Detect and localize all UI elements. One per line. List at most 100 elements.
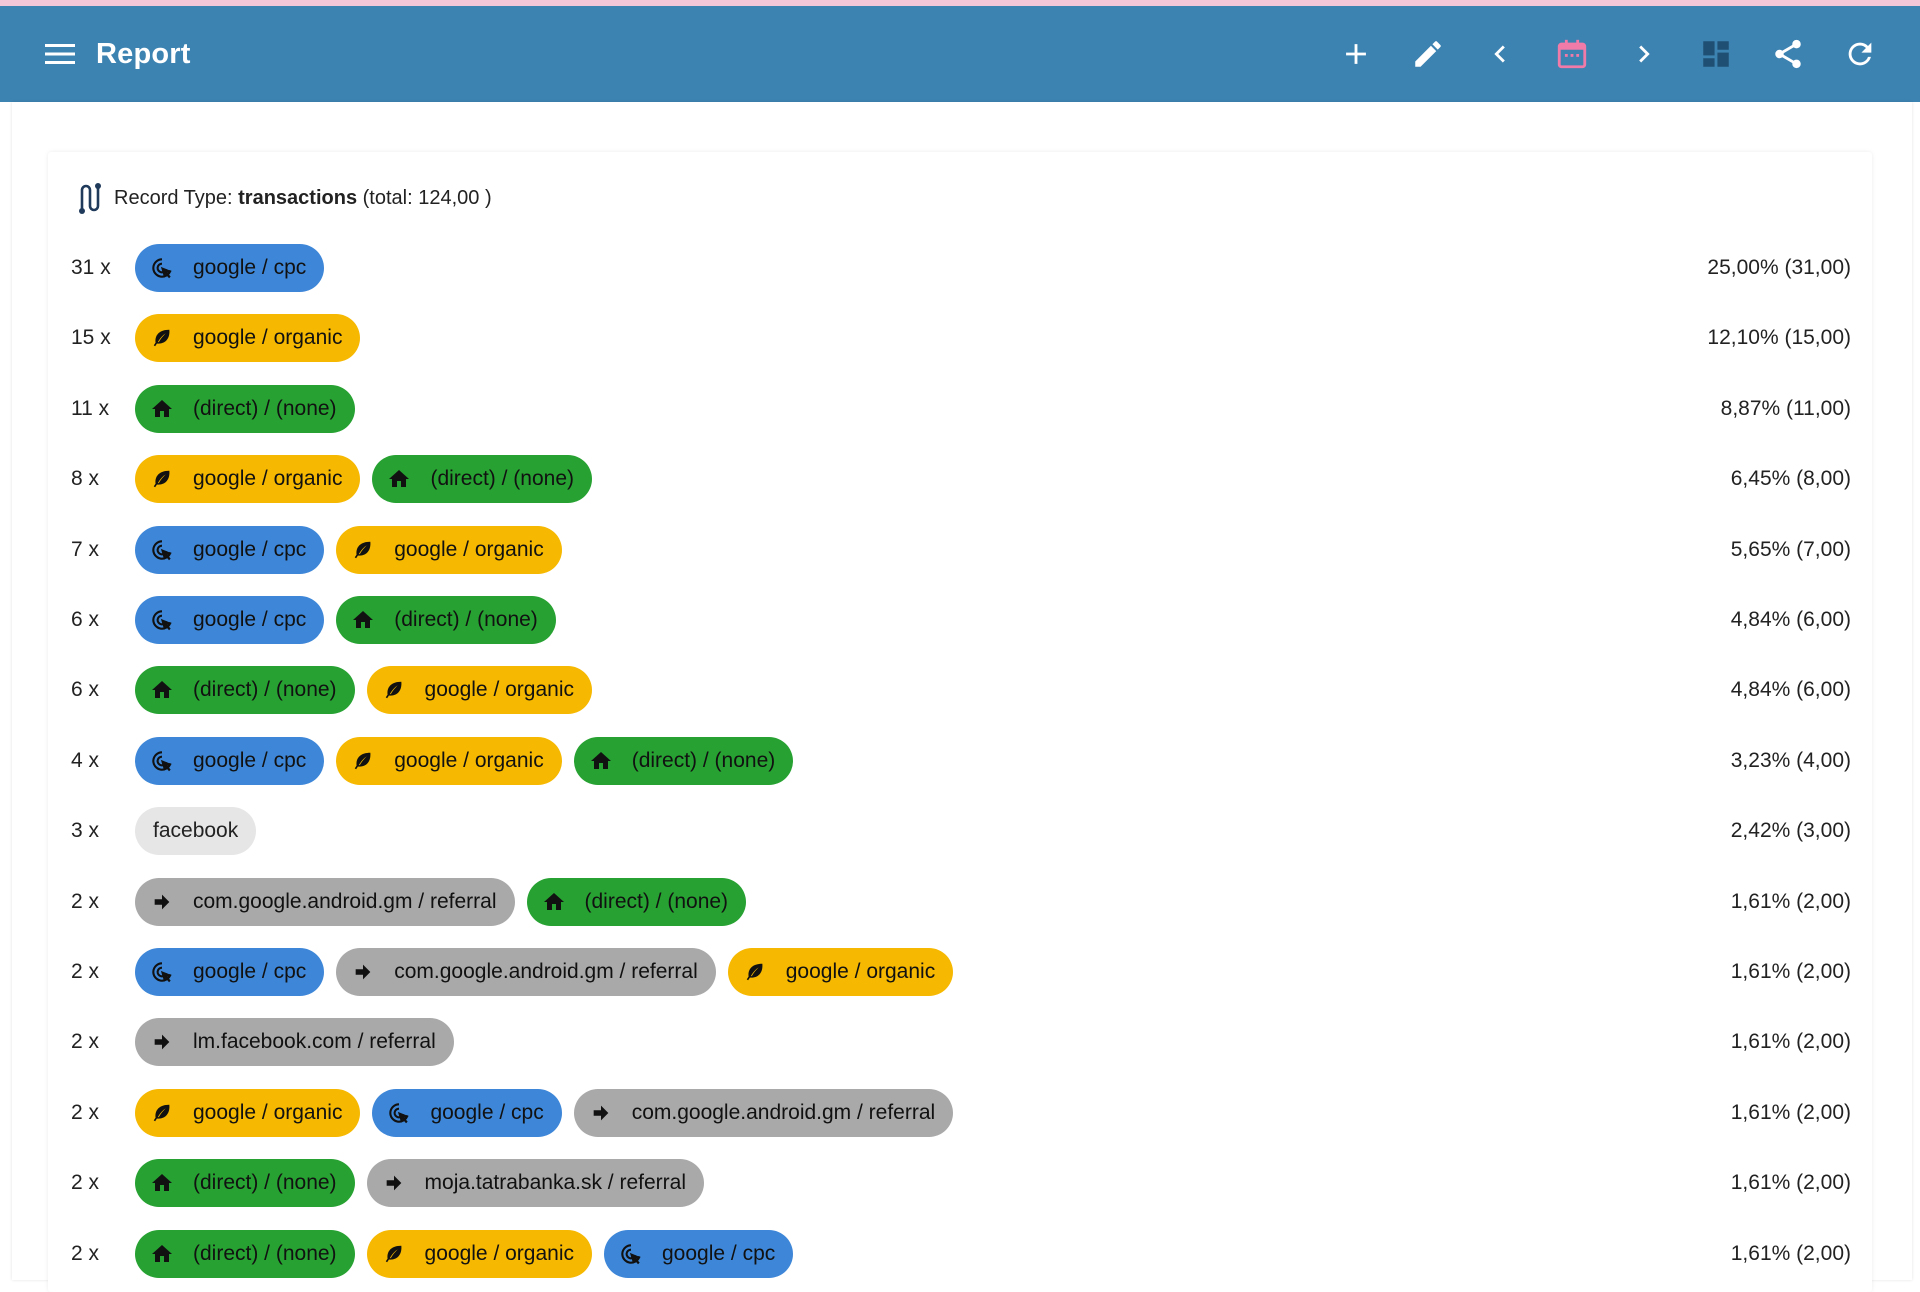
channel-path: google / cpc google / organic [135, 526, 574, 574]
channel-chip-referral[interactable]: moja.tatrabanka.sk / referral [366, 1159, 704, 1207]
channel-path: (direct) / (none) moja.tatrabanka.sk / re… [135, 1159, 716, 1207]
next-period-button[interactable] [1608, 18, 1680, 90]
channel-chip-cpc[interactable]: google / cpc [135, 596, 325, 644]
share-button[interactable] [1752, 18, 1824, 90]
row-count: 15 x [71, 326, 111, 349]
channel-path: google / cpc google / organic (direct) / (… [135, 737, 805, 785]
channel-icon [350, 959, 376, 985]
channel-label: google / cpc [193, 749, 307, 772]
channel-label: google / organic [785, 960, 936, 983]
channel-chip-organic[interactable]: google / organic [135, 1089, 361, 1137]
table-row: 15 x google / organic 12,10% (15,00) [71, 312, 1851, 364]
channel-chip-organic[interactable]: google / organic [336, 737, 562, 785]
channel-icon [149, 1029, 175, 1055]
channel-chip-organic[interactable]: google / organic [366, 1230, 592, 1278]
channel-label: moja.tatrabanka.sk / referral [424, 1171, 686, 1194]
channel-icon [149, 677, 175, 703]
channel-label: google / organic [193, 467, 343, 490]
channel-icon [149, 1100, 175, 1126]
leaf-icon [153, 470, 170, 488]
channel-path: (direct) / (none) [135, 385, 367, 433]
channel-chip-direct[interactable]: (direct) / (none) [135, 1230, 355, 1278]
table-row: 2 x google / organic google / cpc com.googl… [71, 1087, 1851, 1139]
route-icon [79, 183, 101, 214]
channel-icon [149, 1170, 175, 1196]
record-type-header: Record Type: transactions (total: 124,00… [74, 178, 492, 218]
row-count: 2 x [71, 1030, 100, 1053]
plus-icon [1346, 44, 1366, 64]
channel-chip-cpc[interactable]: google / cpc [135, 737, 325, 785]
channel-chip-cpc[interactable]: google / cpc [135, 244, 325, 292]
channel-chip-direct[interactable]: (direct) / (none) [336, 596, 556, 644]
channel-path: google / organic [135, 314, 372, 362]
add-button[interactable] [1320, 18, 1392, 90]
channel-chip-organic[interactable]: google / organic [135, 314, 361, 362]
channel-chip-direct[interactable]: (direct) / (none) [135, 666, 355, 714]
channel-path: google / organic google / cpc com.google.a… [135, 1089, 965, 1137]
page-title: Report [96, 37, 191, 70]
channel-chip-direct[interactable]: (direct) / (none) [372, 455, 592, 503]
home-icon [353, 611, 374, 628]
row-percentage: 2,42% (3,00) [1730, 819, 1851, 842]
channel-chip-organic[interactable]: google / organic [336, 526, 562, 574]
share-icon [1775, 39, 1801, 69]
channel-chip-plain[interactable]: facebook [135, 807, 257, 855]
refresh-button[interactable] [1824, 18, 1896, 90]
table-row: 4 x google / cpc google / organic (direct) … [71, 735, 1851, 787]
row-percentage: 4,84% (6,00) [1730, 608, 1851, 631]
channel-chip-direct[interactable]: (direct) / (none) [135, 1159, 355, 1207]
channel-chip-cpc[interactable]: google / cpc [604, 1230, 794, 1278]
channel-label: (direct) / (none) [193, 678, 337, 701]
click-icon [389, 1103, 410, 1124]
channel-chip-referral[interactable]: lm.facebook.com / referral [135, 1018, 454, 1066]
home-icon [389, 470, 410, 487]
channel-chip-cpc[interactable]: google / cpc [135, 526, 325, 574]
channel-label: com.google.android.gm / referral [631, 1101, 936, 1124]
channel-chip-organic[interactable]: google / organic [727, 948, 954, 996]
channel-icon [149, 396, 175, 422]
click-icon [152, 610, 172, 631]
edit-button[interactable] [1392, 18, 1464, 90]
channel-icon [350, 607, 376, 633]
home-icon [590, 752, 611, 769]
channel-label: (direct) / (none) [430, 467, 574, 490]
channel-chip-organic[interactable]: google / organic [366, 666, 592, 714]
channel-icon [541, 889, 567, 915]
menu-button[interactable] [38, 32, 82, 76]
app-toolbar: Report [0, 6, 1920, 102]
row-percentage: 4,84% (6,00) [1730, 678, 1851, 701]
channel-chip-organic[interactable]: google / organic [135, 455, 361, 503]
channel-label: google / organic [193, 1101, 343, 1124]
row-count: 31 x [71, 256, 111, 279]
chevron-left-icon [1494, 45, 1505, 63]
channel-label: google / organic [394, 749, 544, 772]
refresh-icon [1848, 42, 1872, 66]
home-icon [152, 400, 172, 417]
click-icon [152, 540, 172, 561]
channel-label: google / cpc [193, 538, 307, 561]
row-percentage: 1,61% (2,00) [1730, 1030, 1851, 1053]
channel-chip-direct[interactable]: (direct) / (none) [573, 737, 794, 785]
channel-path: google / cpc com.google.android.gm / refe… [135, 948, 965, 996]
calendar-icon [1557, 39, 1587, 69]
channel-chip-referral[interactable]: com.google.android.gm / referral [336, 948, 716, 996]
channel-chip-cpc[interactable]: google / cpc [135, 948, 325, 996]
calendar-button[interactable] [1536, 18, 1608, 90]
table-row: 8 x google / organic (direct) / (none) 6,45… [71, 453, 1851, 505]
row-count: 2 x [71, 1101, 100, 1124]
channel-label: (direct) / (none) [584, 890, 729, 913]
channel-icon [149, 959, 175, 985]
channel-chip-direct[interactable]: (direct) / (none) [135, 385, 355, 433]
table-row: 6 x (direct) / (none) google / organic 4,84… [71, 664, 1851, 716]
channel-chip-referral[interactable]: com.google.android.gm / referral [135, 878, 515, 926]
channel-icon [742, 959, 768, 985]
channel-label: facebook [153, 819, 239, 842]
channel-chip-direct[interactable]: (direct) / (none) [526, 878, 747, 926]
table-row: 6 x google / cpc (direct) / (none) 4,84% (6… [71, 594, 1851, 646]
channel-chip-referral[interactable]: com.google.android.gm / referral [573, 1089, 954, 1137]
dashboard-button[interactable] [1680, 18, 1752, 90]
leaf-icon [385, 681, 401, 699]
previous-period-button[interactable] [1464, 18, 1536, 90]
channel-chip-cpc[interactable]: google / cpc [372, 1089, 562, 1137]
row-percentage: 1,61% (2,00) [1730, 960, 1851, 983]
